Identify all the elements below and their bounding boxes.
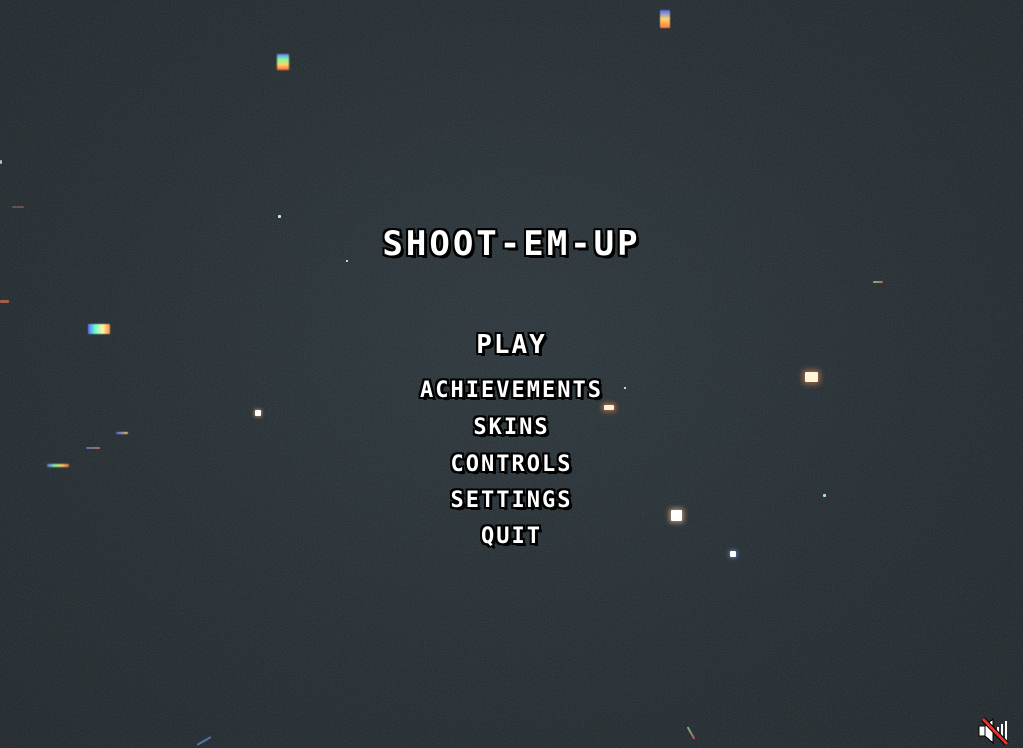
star [278, 215, 281, 218]
star-streak [86, 447, 100, 449]
game-title: SHOOT-EM-UP [382, 224, 641, 264]
controls-button-label: CONTROLS [450, 452, 573, 477]
star [660, 10, 670, 28]
settings-button-label: SETTINGS [450, 488, 573, 513]
mute-toggle-button[interactable] [977, 716, 1013, 746]
play-button[interactable]: PLAY [0, 330, 1023, 360]
skins-button-label: SKINS [473, 415, 550, 440]
star [277, 54, 289, 70]
star-streak [686, 726, 696, 740]
game-screen: SHOOT-EM-UP PLAY ACHIEVEMENTS SKINS CONT… [0, 0, 1023, 748]
star-streak [12, 206, 24, 208]
quit-button[interactable]: QUIT [0, 524, 1023, 549]
film-grain-overlay [0, 0, 1023, 748]
speaker-muted-icon [978, 717, 1009, 746]
controls-button[interactable]: CONTROLS [0, 452, 1023, 477]
star [0, 160, 2, 164]
star-streak [0, 300, 9, 303]
star [604, 405, 614, 410]
quit-button-label: QUIT [481, 524, 542, 549]
achievements-button[interactable]: ACHIEVEMENTS [0, 378, 1023, 403]
skins-button[interactable]: SKINS [0, 415, 1023, 440]
star [730, 551, 736, 557]
star-streak [196, 736, 212, 746]
play-button-label: PLAY [476, 330, 547, 360]
settings-button[interactable]: SETTINGS [0, 488, 1023, 513]
star-streak [873, 281, 883, 283]
achievements-button-label: ACHIEVEMENTS [420, 378, 603, 403]
